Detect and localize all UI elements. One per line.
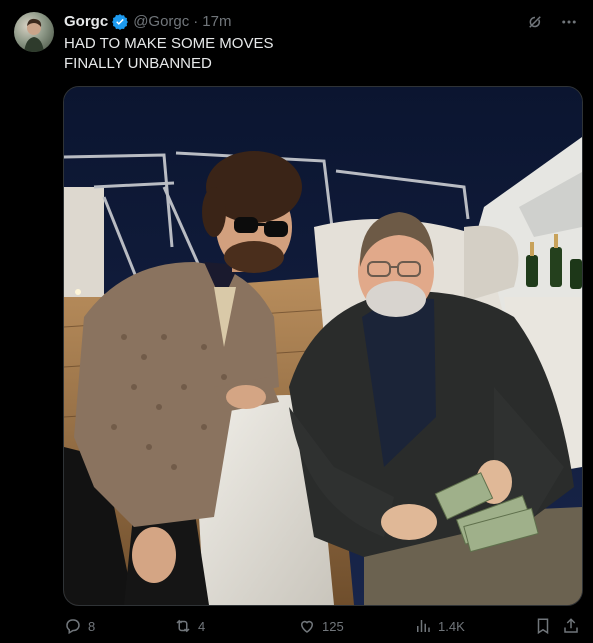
yacht-photo bbox=[64, 87, 582, 605]
tweet-text: HAD TO MAKE SOME MOVES FINALLY UNBANNED bbox=[64, 35, 274, 72]
display-name[interactable]: Gorgc bbox=[64, 12, 108, 32]
views-button[interactable]: 1.4K bbox=[414, 617, 465, 635]
views-chart-icon bbox=[417, 620, 430, 632]
like-button[interactable]: 125 bbox=[298, 617, 344, 635]
bookmark-button[interactable] bbox=[534, 617, 552, 635]
more-icon[interactable] bbox=[559, 12, 579, 32]
view-count: 1.4K bbox=[438, 618, 465, 634]
like-count: 125 bbox=[322, 618, 344, 634]
handle[interactable]: @Gorgc bbox=[133, 12, 189, 32]
reply-button[interactable]: 8 bbox=[64, 617, 95, 635]
reply-icon bbox=[66, 619, 80, 635]
bookmark-icon bbox=[537, 618, 549, 635]
heart-icon bbox=[300, 620, 314, 633]
header-actions bbox=[525, 12, 579, 32]
grok-icon[interactable] bbox=[525, 12, 545, 32]
avatar[interactable] bbox=[14, 12, 54, 52]
reply-count: 8 bbox=[88, 618, 96, 634]
tweet-actions: 8 4 125 1.4K bbox=[64, 614, 581, 638]
verified-badge-icon bbox=[111, 13, 129, 31]
tweet-header: Gorgc @Gorgc · 17m bbox=[64, 12, 579, 32]
repost-count: 4 bbox=[198, 618, 206, 634]
tweet-photo[interactable] bbox=[63, 86, 583, 606]
timestamp[interactable]: 17m bbox=[202, 12, 231, 32]
repost-button[interactable]: 4 bbox=[174, 617, 205, 635]
share-button[interactable] bbox=[562, 617, 580, 635]
separator-dot: · bbox=[193, 13, 199, 30]
share-icon bbox=[564, 618, 578, 633]
repost-icon bbox=[176, 619, 190, 633]
avatar-photo-icon bbox=[24, 18, 44, 52]
